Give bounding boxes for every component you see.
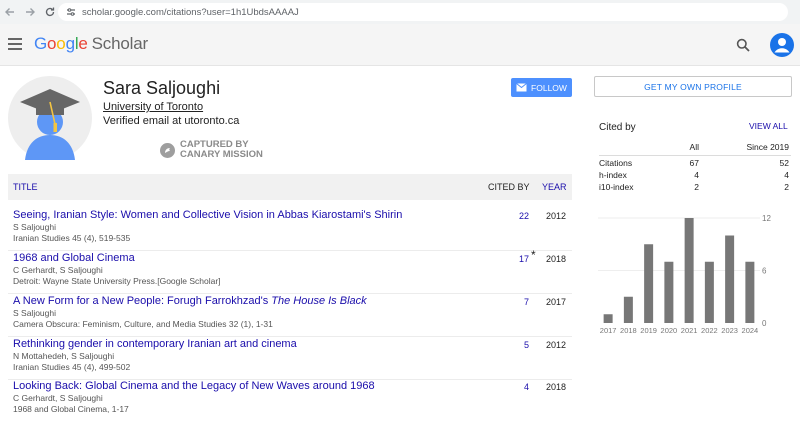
citations-per-year-chart: 0 6 12 2017 2018 2019 2020 2021 2022 2023 2024 <box>598 214 771 335</box>
bar-2018[interactable] <box>623 296 633 323</box>
metric-all: 2 <box>694 182 699 192</box>
x-tick-label: 2023 <box>721 326 738 335</box>
bar-2021[interactable] <box>684 218 694 323</box>
metric-label[interactable]: h-index <box>599 170 627 180</box>
canary-mission-badge[interactable]: CAPTURED BY CANARY MISSION <box>160 140 263 160</box>
cited-by-count[interactable]: 17 <box>513 254 529 264</box>
metric-label[interactable]: i10-index <box>599 182 634 192</box>
cited-by-count[interactable]: 5 <box>513 340 529 350</box>
metrics-header-row: All Since 2019 <box>599 142 791 156</box>
article-authors: C Gerhardt, S Saljoughi <box>13 393 103 403</box>
bar-2017[interactable] <box>603 314 613 323</box>
site-info-icon[interactable] <box>66 7 76 17</box>
article-venue: Detroit: Wayne State University Press.[G… <box>13 276 221 286</box>
table-row: 1968 and Global Cinema C Gerhardt, S Sal… <box>8 248 572 294</box>
article-year: 2018 <box>546 382 567 392</box>
canary-line2: CANARY MISSION <box>180 149 263 160</box>
get-my-own-profile-button[interactable]: GET MY OWN PROFILE <box>594 76 792 97</box>
article-year: 2012 <box>546 211 567 221</box>
article-authors: S Saljoughi <box>13 308 57 318</box>
x-tick-label: 2019 <box>640 326 657 335</box>
y-tick-label: 6 <box>762 267 767 276</box>
cited-by-count[interactable]: 22 <box>513 211 529 221</box>
profile-affiliation-link[interactable]: University of Toronto <box>103 101 203 113</box>
menu-icon[interactable] <box>8 38 22 50</box>
x-tick-label: 2021 <box>681 326 698 335</box>
metric-row-i10-index: i10-index 2 2 <box>599 182 791 194</box>
metric-row-citations: Citations 67 52 <box>599 158 791 170</box>
x-tick-label: 2018 <box>620 326 637 335</box>
citation-metrics-table: All Since 2019 Citations 67 52 h-index 4… <box>599 142 791 194</box>
article-year: 2012 <box>546 340 567 350</box>
article-title-link[interactable]: Looking Back: Global Cinema and the Lega… <box>13 380 375 392</box>
x-tick-label: 2020 <box>661 326 678 335</box>
view-all-link[interactable]: VIEW ALL <box>749 121 788 131</box>
cited-by-count[interactable]: 4 <box>513 382 529 392</box>
article-venue: Iranian Studies 45 (4), 519-535 <box>13 233 131 243</box>
article-venue: 1968 and Global Cinema, 1-17 <box>13 404 129 414</box>
account-avatar-icon[interactable] <box>770 33 794 57</box>
bar-2023[interactable] <box>725 235 735 324</box>
browser-toolbar: scholar.google.com/citations?user=1h1Ubd… <box>0 0 800 24</box>
scholar-header: Google Scholar <box>0 24 800 66</box>
table-row: Seeing, Iranian Style: Women and Collect… <box>8 209 572 251</box>
y-tick-label: 12 <box>762 214 771 223</box>
cited-by-count[interactable]: 7 <box>513 297 529 307</box>
sort-by-year[interactable]: YEAR <box>542 182 567 192</box>
verified-email: Verified email at utoronto.ca <box>103 115 240 127</box>
y-tick-label: 0 <box>762 319 767 328</box>
article-title-link[interactable]: Rethinking gender in contemporary Irania… <box>13 338 297 350</box>
article-title-link[interactable]: 1968 and Global Cinema <box>13 252 135 264</box>
url-text[interactable]: scholar.google.com/citations?user=1h1Ubd… <box>82 7 299 18</box>
envelope-icon <box>516 83 527 92</box>
sort-by-title[interactable]: TITLE <box>13 182 38 192</box>
metric-since: 4 <box>784 170 789 180</box>
x-tick-label: 2024 <box>742 326 759 335</box>
sort-by-cited[interactable]: CITED BY <box>488 182 530 192</box>
article-title-link[interactable]: Seeing, Iranian Style: Women and Collect… <box>13 209 402 221</box>
metric-row-h-index: h-index 4 4 <box>599 170 791 182</box>
back-icon[interactable] <box>0 2 20 22</box>
canary-bird-icon <box>160 142 175 158</box>
follow-button[interactable]: FOLLOW <box>511 78 572 97</box>
x-tick-label: 2017 <box>600 326 617 335</box>
bar-2022[interactable] <box>704 261 714 323</box>
cited-by-heading: Cited by <box>599 122 636 133</box>
profile-name: Sara Saljoughi <box>103 78 221 98</box>
follow-label: FOLLOW <box>531 82 567 93</box>
reload-icon[interactable] <box>40 2 60 22</box>
address-bar[interactable]: scholar.google.com/citations?user=1h1Ubd… <box>58 3 788 21</box>
article-venue: Camera Obscura: Feminism, Culture, and M… <box>13 319 273 329</box>
article-authors: S Saljoughi <box>13 222 57 232</box>
table-row: Rethinking gender in contemporary Irania… <box>8 338 572 380</box>
merged-citations-marker: * <box>531 248 536 262</box>
metric-all: 4 <box>694 170 699 180</box>
profile-photo-placeholder <box>8 76 92 160</box>
col-since: Since 2019 <box>746 142 789 152</box>
article-authors: N Mottahedeh, S Saljoughi <box>13 351 115 361</box>
article-venue: Iranian Studies 45 (4), 499-502 <box>13 362 131 372</box>
google-scholar-logo[interactable]: Google Scholar <box>34 34 148 54</box>
article-title-link[interactable]: A New Form for a New People: Forugh Farr… <box>13 295 367 307</box>
bar-2024[interactable] <box>745 261 755 323</box>
search-icon[interactable] <box>736 38 750 52</box>
metric-since: 52 <box>779 158 789 168</box>
col-all: All <box>689 142 699 152</box>
article-year: 2018 <box>546 254 567 264</box>
articles-table-header: TITLE CITED BY YEAR <box>8 174 572 200</box>
table-row: Looking Back: Global Cinema and the Lega… <box>8 380 572 422</box>
article-year: 2017 <box>546 297 567 307</box>
x-tick-label: 2022 <box>701 326 718 335</box>
metric-label[interactable]: Citations <box>599 158 632 168</box>
bar-2019[interactable] <box>644 244 654 323</box>
table-row: A New Form for a New People: Forugh Farr… <box>8 295 572 337</box>
article-authors: C Gerhardt, S Saljoughi <box>13 265 103 275</box>
forward-icon[interactable] <box>20 2 40 22</box>
metric-since: 2 <box>784 182 789 192</box>
bar-2020[interactable] <box>664 261 674 323</box>
metric-all: 67 <box>689 158 699 168</box>
